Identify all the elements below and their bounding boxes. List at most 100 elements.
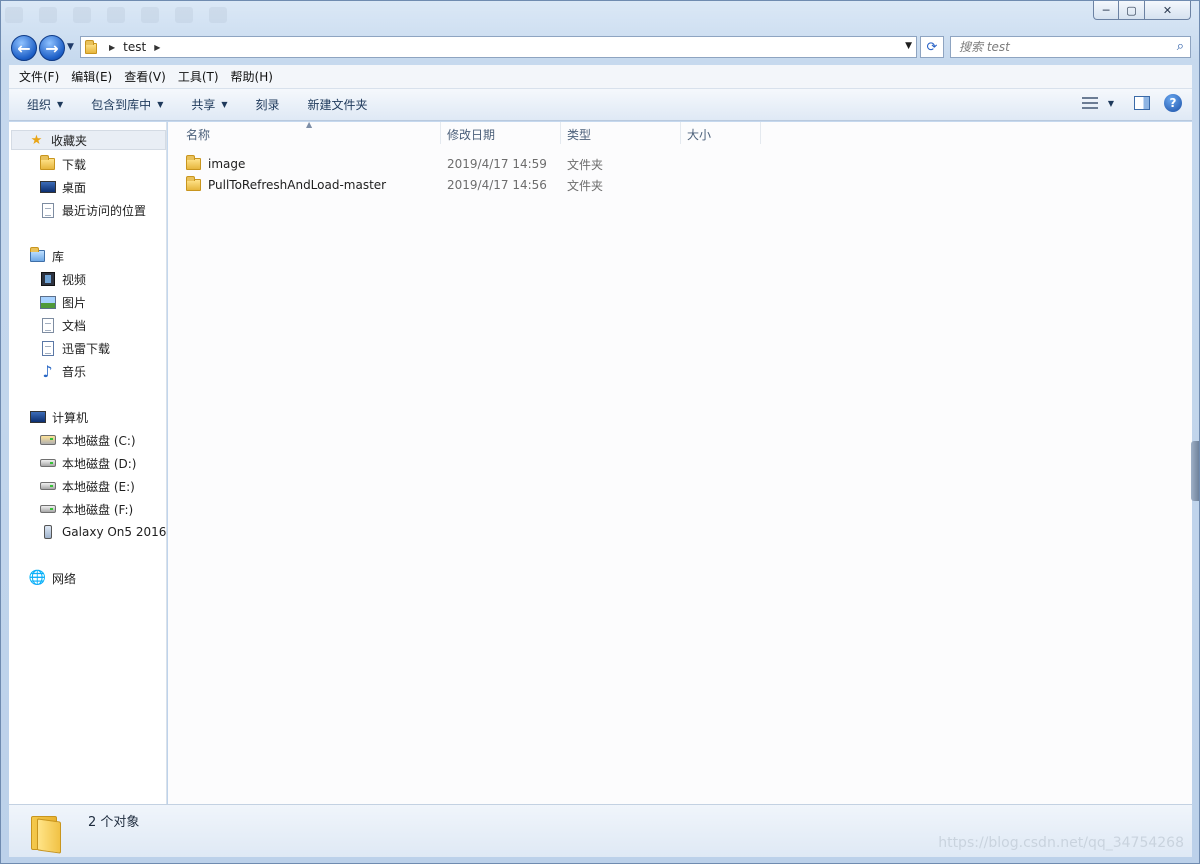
address-bar[interactable]: ▶ test ▶ ▼: [80, 36, 917, 58]
menu-tools[interactable]: 工具(T): [172, 68, 225, 85]
refresh-icon: ⟳: [926, 39, 938, 55]
preview-pane-button[interactable]: [1134, 96, 1150, 110]
burn-label: 刻录: [255, 98, 280, 112]
file-list: ▲ 名称 修改日期 类型 大小 image 2019/4/17 14:59 文件…: [168, 120, 1192, 804]
file-name: image: [208, 157, 246, 171]
caret-down-icon: ▼: [157, 100, 164, 109]
minimize-button[interactable]: ─: [1093, 1, 1119, 20]
nav-item-label: Galaxy On5 2016 B: [62, 525, 167, 539]
back-button[interactable]: ←: [11, 35, 37, 61]
column-header-label: 类型: [567, 127, 592, 142]
nav-network-label: 网络: [52, 571, 77, 586]
phone-icon: [39, 524, 56, 540]
menu-view[interactable]: 查看(V): [118, 68, 172, 85]
column-header-modified[interactable]: 修改日期: [447, 122, 559, 146]
explorer-window: ─ ▢ ✕ ← → ▼ ▶ test ▶ ▼ ⟳ ⌕ 文件(F) 编辑(E) 查…: [0, 0, 1200, 864]
file-row[interactable]: image 2019/4/17 14:59 文件夹: [168, 154, 868, 174]
nav-item-videos[interactable]: 视频: [39, 269, 86, 289]
network-icon: 🌐: [28, 570, 47, 586]
nav-computer[interactable]: 计算机: [29, 407, 88, 427]
include-in-library-button[interactable]: 包含到库中 ▼: [73, 89, 173, 120]
arrow-left-icon: ←: [17, 38, 31, 58]
organize-label: 组织: [27, 98, 52, 112]
resize-grip[interactable]: [1191, 441, 1199, 501]
share-button[interactable]: 共享 ▼: [173, 89, 237, 120]
column-header-size[interactable]: 大小: [687, 122, 759, 146]
burn-button[interactable]: 刻录: [238, 89, 290, 120]
file-name-cell: image: [186, 155, 246, 171]
library-icon: [29, 247, 46, 264]
system-drive-icon: [39, 432, 56, 448]
nav-item-music[interactable]: ♪ 音乐: [39, 361, 86, 381]
command-bar: 组织 ▼ 包含到库中 ▼ 共享 ▼ 刻录 新建文件夹 ▼ ?: [9, 89, 1192, 121]
nav-favorites[interactable]: ★ 收藏夹: [11, 130, 166, 150]
nav-item-recent-places[interactable]: 最近访问的位置: [39, 200, 146, 220]
nav-item-label: 本地磁盘 (F:): [62, 502, 134, 517]
chevron-right-icon[interactable]: ▶: [154, 43, 160, 52]
file-type: 文件夹: [567, 178, 604, 193]
desktop-icon: [39, 179, 56, 195]
column-divider[interactable]: [760, 122, 761, 144]
forward-button[interactable]: →: [39, 35, 65, 61]
nav-libraries[interactable]: 库: [29, 246, 64, 266]
change-view-button[interactable]: ▼: [1081, 97, 1114, 109]
file-type: 文件夹: [567, 157, 604, 172]
item-count: 2 个对象: [88, 815, 140, 830]
menu-bar: 文件(F) 编辑(E) 查看(V) 工具(T) 帮助(H): [9, 65, 1192, 89]
refresh-button[interactable]: ⟳: [920, 36, 944, 58]
background-toolbar: [5, 7, 227, 23]
video-icon: [39, 271, 56, 287]
nav-item-desktop[interactable]: 桌面: [39, 177, 86, 197]
search-icon[interactable]: ⌕: [1177, 39, 1184, 54]
nav-item-drive-d[interactable]: 本地磁盘 (D:): [39, 453, 136, 473]
file-name-cell: PullToRefreshAndLoad-master: [186, 176, 386, 192]
column-header-type[interactable]: 类型: [567, 122, 679, 146]
nav-item-drive-f[interactable]: 本地磁盘 (F:): [39, 499, 133, 519]
breadcrumb-test[interactable]: test: [123, 40, 146, 54]
organize-button[interactable]: 组织 ▼: [9, 89, 73, 120]
column-header-label: 名称: [186, 127, 211, 142]
nav-item-documents[interactable]: 文档: [39, 315, 86, 335]
nav-favorites-label: 收藏夹: [51, 133, 88, 148]
nav-item-xunlei-downloads[interactable]: 迅雷下载: [39, 338, 110, 358]
pictures-icon: [39, 294, 56, 310]
menu-edit[interactable]: 编辑(E): [65, 68, 118, 85]
file-modified: 2019/4/17 14:59: [447, 157, 547, 171]
search-box[interactable]: ⌕: [950, 36, 1191, 58]
recent-pages-dropdown[interactable]: ▼: [67, 42, 74, 52]
nav-item-drive-c[interactable]: 本地磁盘 (C:): [39, 430, 136, 450]
nav-item-pictures[interactable]: 图片: [39, 292, 86, 312]
nav-item-downloads[interactable]: 下载: [39, 154, 86, 174]
nav-computer-label: 计算机: [52, 410, 89, 425]
folder-icon: [186, 176, 201, 191]
maximize-button[interactable]: ▢: [1119, 1, 1145, 20]
nav-item-phone[interactable]: Galaxy On5 2016 B: [39, 522, 167, 542]
nav-item-label: 下载: [62, 157, 87, 172]
details-pane: 2 个对象 https://blog.csdn.net/qq_34754268: [9, 804, 1192, 857]
nav-item-label: 最近访问的位置: [62, 203, 147, 218]
nav-item-drive-e[interactable]: 本地磁盘 (E:): [39, 476, 135, 496]
column-divider[interactable]: [440, 122, 441, 144]
file-row[interactable]: PullToRefreshAndLoad-master 2019/4/17 14…: [168, 175, 868, 195]
nav-network[interactable]: 🌐 网络: [29, 568, 76, 588]
nav-item-label: 迅雷下载: [62, 341, 111, 356]
navigation-pane: ★ 收藏夹 下载 桌面 最近访问的位置 库 视频 图片 文档 迅雷下载 ♪ 音乐…: [9, 122, 167, 804]
caret-down-icon: ▼: [57, 100, 64, 109]
folder-icon: [85, 40, 101, 54]
chevron-right-icon[interactable]: ▶: [109, 43, 115, 52]
menu-file[interactable]: 文件(F): [13, 68, 65, 85]
search-input[interactable]: [959, 40, 1159, 54]
computer-icon: [29, 409, 46, 425]
arrow-right-icon: →: [45, 38, 59, 58]
address-history-dropdown[interactable]: ▼: [905, 41, 912, 51]
column-header-name[interactable]: 名称: [186, 122, 438, 146]
caret-down-icon: ▼: [221, 100, 228, 109]
include-in-library-label: 包含到库中: [91, 98, 152, 112]
column-divider[interactable]: [680, 122, 681, 144]
close-button[interactable]: ✕: [1145, 1, 1191, 20]
column-divider[interactable]: [560, 122, 561, 144]
new-folder-button[interactable]: 新建文件夹: [290, 89, 378, 120]
menu-help[interactable]: 帮助(H): [225, 68, 279, 85]
column-header-label: 修改日期: [447, 127, 496, 142]
help-button[interactable]: ?: [1164, 94, 1182, 112]
